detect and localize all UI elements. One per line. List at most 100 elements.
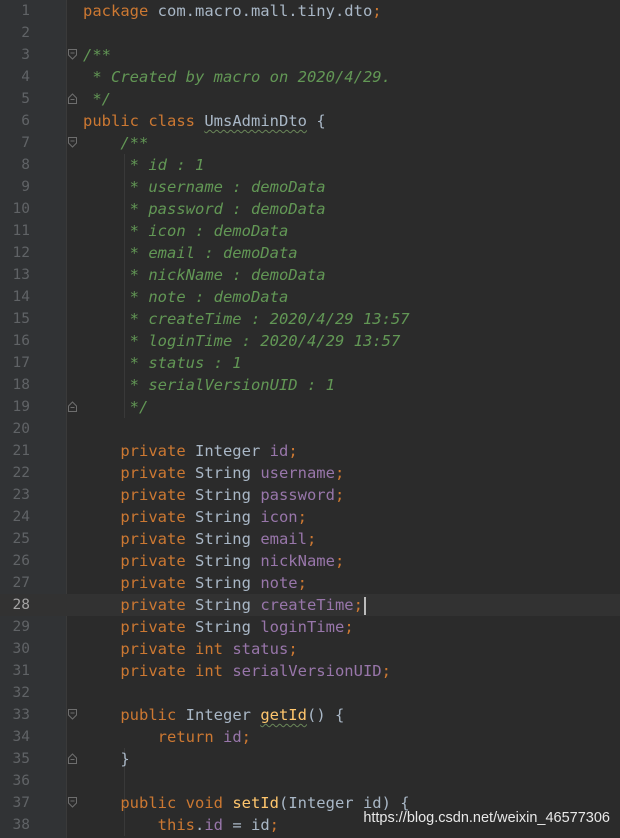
code-line[interactable]: 30 private int status; bbox=[0, 638, 620, 660]
code-line[interactable]: 1 package com.macro.mall.tiny.dto; bbox=[0, 0, 620, 22]
line-code[interactable]: * icon : demoData bbox=[83, 220, 289, 242]
fold-open-icon[interactable] bbox=[68, 797, 77, 808]
code-line[interactable]: 19 */ bbox=[0, 396, 620, 418]
fold-open-icon[interactable] bbox=[68, 709, 77, 720]
code-line[interactable]: 5 */ bbox=[0, 88, 620, 110]
line-code[interactable]: private String icon; bbox=[83, 506, 307, 528]
line-number[interactable]: 38 bbox=[0, 814, 30, 836]
fold-close-icon[interactable] bbox=[68, 753, 77, 764]
line-number[interactable]: 5 bbox=[0, 88, 30, 110]
code-line[interactable]: 28 private String createTime; bbox=[0, 594, 620, 616]
code-line[interactable]: 20 bbox=[0, 418, 620, 440]
line-code[interactable]: private Integer id; bbox=[83, 440, 297, 462]
code-line[interactable]: 2 bbox=[0, 22, 620, 44]
code-line[interactable]: 36 bbox=[0, 770, 620, 792]
line-code[interactable]: public void setId(Integer id) { bbox=[83, 792, 409, 814]
line-code[interactable]: */ bbox=[83, 396, 149, 418]
line-code[interactable]: package com.macro.mall.tiny.dto; bbox=[83, 0, 382, 22]
line-number[interactable]: 24 bbox=[0, 506, 30, 528]
line-code[interactable]: private String createTime; bbox=[83, 594, 366, 616]
line-number[interactable]: 16 bbox=[0, 330, 30, 352]
line-code[interactable]: private String loginTime; bbox=[83, 616, 353, 638]
line-number[interactable]: 34 bbox=[0, 726, 30, 748]
line-number[interactable]: 23 bbox=[0, 484, 30, 506]
line-code[interactable]: * Created by macro on 2020/4/29. bbox=[83, 66, 391, 88]
line-code[interactable]: * username : demoData bbox=[83, 176, 326, 198]
line-number[interactable]: 19 bbox=[0, 396, 30, 418]
code-line[interactable]: 23 private String password; bbox=[0, 484, 620, 506]
code-line[interactable]: 4 * Created by macro on 2020/4/29. bbox=[0, 66, 620, 88]
line-code[interactable]: /** bbox=[83, 132, 148, 154]
line-number[interactable]: 20 bbox=[0, 418, 30, 440]
line-code[interactable]: * note : demoData bbox=[83, 286, 289, 308]
line-code[interactable]: * serialVersionUID : 1 bbox=[83, 374, 335, 396]
line-number[interactable]: 10 bbox=[0, 198, 30, 220]
fold-close-icon[interactable] bbox=[68, 93, 77, 104]
line-number[interactable]: 27 bbox=[0, 572, 30, 594]
line-number[interactable]: 14 bbox=[0, 286, 30, 308]
line-code[interactable]: public Integer getId() { bbox=[83, 704, 344, 726]
code-line[interactable]: 29 private String loginTime; bbox=[0, 616, 620, 638]
line-code[interactable]: * createTime : 2020/4/29 13:57 bbox=[83, 308, 410, 330]
line-number[interactable]: 3 bbox=[0, 44, 30, 66]
code-line[interactable]: 26 private String nickName; bbox=[0, 550, 620, 572]
code-line[interactable]: 10 * password : demoData bbox=[0, 198, 620, 220]
code-line[interactable]: 27 private String note; bbox=[0, 572, 620, 594]
line-number[interactable]: 11 bbox=[0, 220, 30, 242]
line-code[interactable]: * id : 1 bbox=[83, 154, 205, 176]
code-line[interactable]: 3 /** bbox=[0, 44, 620, 66]
line-number[interactable]: 12 bbox=[0, 242, 30, 264]
line-code[interactable]: private String note; bbox=[83, 572, 307, 594]
fold-close-icon[interactable] bbox=[68, 401, 77, 412]
code-line[interactable]: 16 * loginTime : 2020/4/29 13:57 bbox=[0, 330, 620, 352]
line-number[interactable]: 2 bbox=[0, 22, 30, 44]
code-editor[interactable]: 1 package com.macro.mall.tiny.dto; 2 3 /** 4 … bbox=[0, 0, 620, 838]
line-code[interactable]: * password : demoData bbox=[83, 198, 326, 220]
code-line[interactable]: 17 * status : 1 bbox=[0, 352, 620, 374]
line-code[interactable]: private String username; bbox=[83, 462, 344, 484]
line-code[interactable]: /** bbox=[83, 44, 111, 66]
line-code[interactable]: * loginTime : 2020/4/29 13:57 bbox=[83, 330, 401, 352]
line-code[interactable]: return id; bbox=[83, 726, 251, 748]
line-number[interactable]: 37 bbox=[0, 792, 30, 814]
line-number[interactable]: 18 bbox=[0, 374, 30, 396]
code-line[interactable]: 7 /** bbox=[0, 132, 620, 154]
line-code[interactable]: private int status; bbox=[83, 638, 297, 660]
code-line[interactable]: 25 private String email; bbox=[0, 528, 620, 550]
line-code[interactable]: * nickName : demoData bbox=[83, 264, 326, 286]
code-line[interactable]: 13 * nickName : demoData bbox=[0, 264, 620, 286]
code-line[interactable]: 22 private String username; bbox=[0, 462, 620, 484]
code-line[interactable]: 11 * icon : demoData bbox=[0, 220, 620, 242]
line-number[interactable]: 28 bbox=[0, 594, 30, 616]
line-number[interactable]: 36 bbox=[0, 770, 30, 792]
line-code[interactable]: private String password; bbox=[83, 484, 344, 506]
code-line[interactable]: 14 * note : demoData bbox=[0, 286, 620, 308]
code-line[interactable]: 34 return id; bbox=[0, 726, 620, 748]
code-line[interactable]: 35 } bbox=[0, 748, 620, 770]
line-number[interactable]: 33 bbox=[0, 704, 30, 726]
line-number[interactable]: 32 bbox=[0, 682, 30, 704]
line-number[interactable]: 29 bbox=[0, 616, 30, 638]
line-code[interactable]: } bbox=[83, 748, 129, 770]
code-line[interactable]: 32 bbox=[0, 682, 620, 704]
line-code[interactable]: this.id = id; bbox=[83, 814, 279, 836]
line-number[interactable]: 30 bbox=[0, 638, 30, 660]
fold-open-icon[interactable] bbox=[68, 49, 77, 60]
line-code[interactable]: * status : 1 bbox=[83, 352, 242, 374]
line-number[interactable]: 25 bbox=[0, 528, 30, 550]
line-number[interactable]: 26 bbox=[0, 550, 30, 572]
line-code[interactable]: */ bbox=[83, 88, 111, 110]
fold-open-icon[interactable] bbox=[68, 137, 77, 148]
line-number[interactable]: 22 bbox=[0, 462, 30, 484]
code-line[interactable]: 9 * username : demoData bbox=[0, 176, 620, 198]
code-line[interactable]: 24 private String icon; bbox=[0, 506, 620, 528]
line-number[interactable]: 8 bbox=[0, 154, 30, 176]
code-line[interactable]: 12 * email : demoData bbox=[0, 242, 620, 264]
line-number[interactable]: 1 bbox=[0, 0, 30, 22]
line-code[interactable]: public class UmsAdminDto { bbox=[83, 110, 326, 132]
code-line[interactable]: 15 * createTime : 2020/4/29 13:57 bbox=[0, 308, 620, 330]
line-code[interactable]: private int serialVersionUID; bbox=[83, 660, 391, 682]
line-number[interactable]: 7 bbox=[0, 132, 30, 154]
code-line[interactable]: 8 * id : 1 bbox=[0, 154, 620, 176]
line-number[interactable]: 15 bbox=[0, 308, 30, 330]
